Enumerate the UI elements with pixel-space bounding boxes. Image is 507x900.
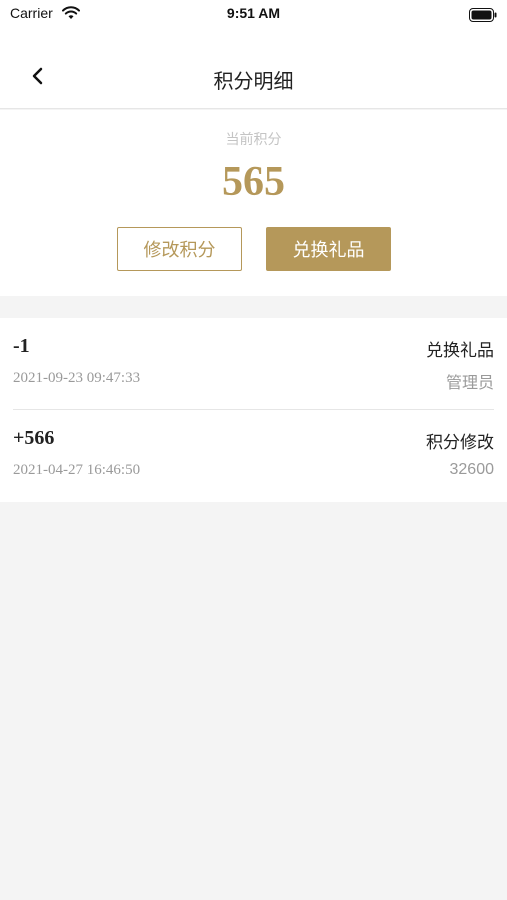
current-points-label: 当前积分 [225, 132, 282, 148]
record-operator: 32600 [449, 461, 495, 478]
record-time: 2021-04-27 16:46:50 [13, 462, 141, 478]
record-type: 积分修改 [426, 433, 494, 453]
record-type: 兑换礼品 [426, 341, 494, 361]
record-amount: -1 [13, 335, 30, 357]
list-item[interactable]: -1 2021-09-23 09:47:33 兑换礼品 管理员 [0, 318, 507, 410]
points-summary: 当前积分 565 修改积分 兑换礼品 [0, 110, 507, 296]
points-record-list: -1 2021-09-23 09:47:33 兑换礼品 管理员 +566 202… [0, 318, 507, 502]
current-points-value: 565 [222, 159, 285, 205]
list-item[interactable]: +566 2021-04-27 16:46:50 积分修改 32600 [0, 410, 507, 502]
modify-points-button[interactable]: 修改积分 [117, 227, 242, 271]
status-time: 9:51 AM [226, 5, 281, 21]
record-time: 2021-09-23 09:47:33 [13, 370, 141, 386]
navigation-bar: 积分明细 [0, 30, 507, 109]
page-title: 积分明细 [213, 69, 294, 93]
record-operator: 管理员 [445, 375, 494, 392]
exchange-gift-button[interactable]: 兑换礼品 [266, 227, 391, 271]
status-bar: Carrier 9:51 AM [0, 0, 507, 30]
battery-icon [469, 7, 497, 22]
record-amount: +566 [13, 427, 55, 449]
